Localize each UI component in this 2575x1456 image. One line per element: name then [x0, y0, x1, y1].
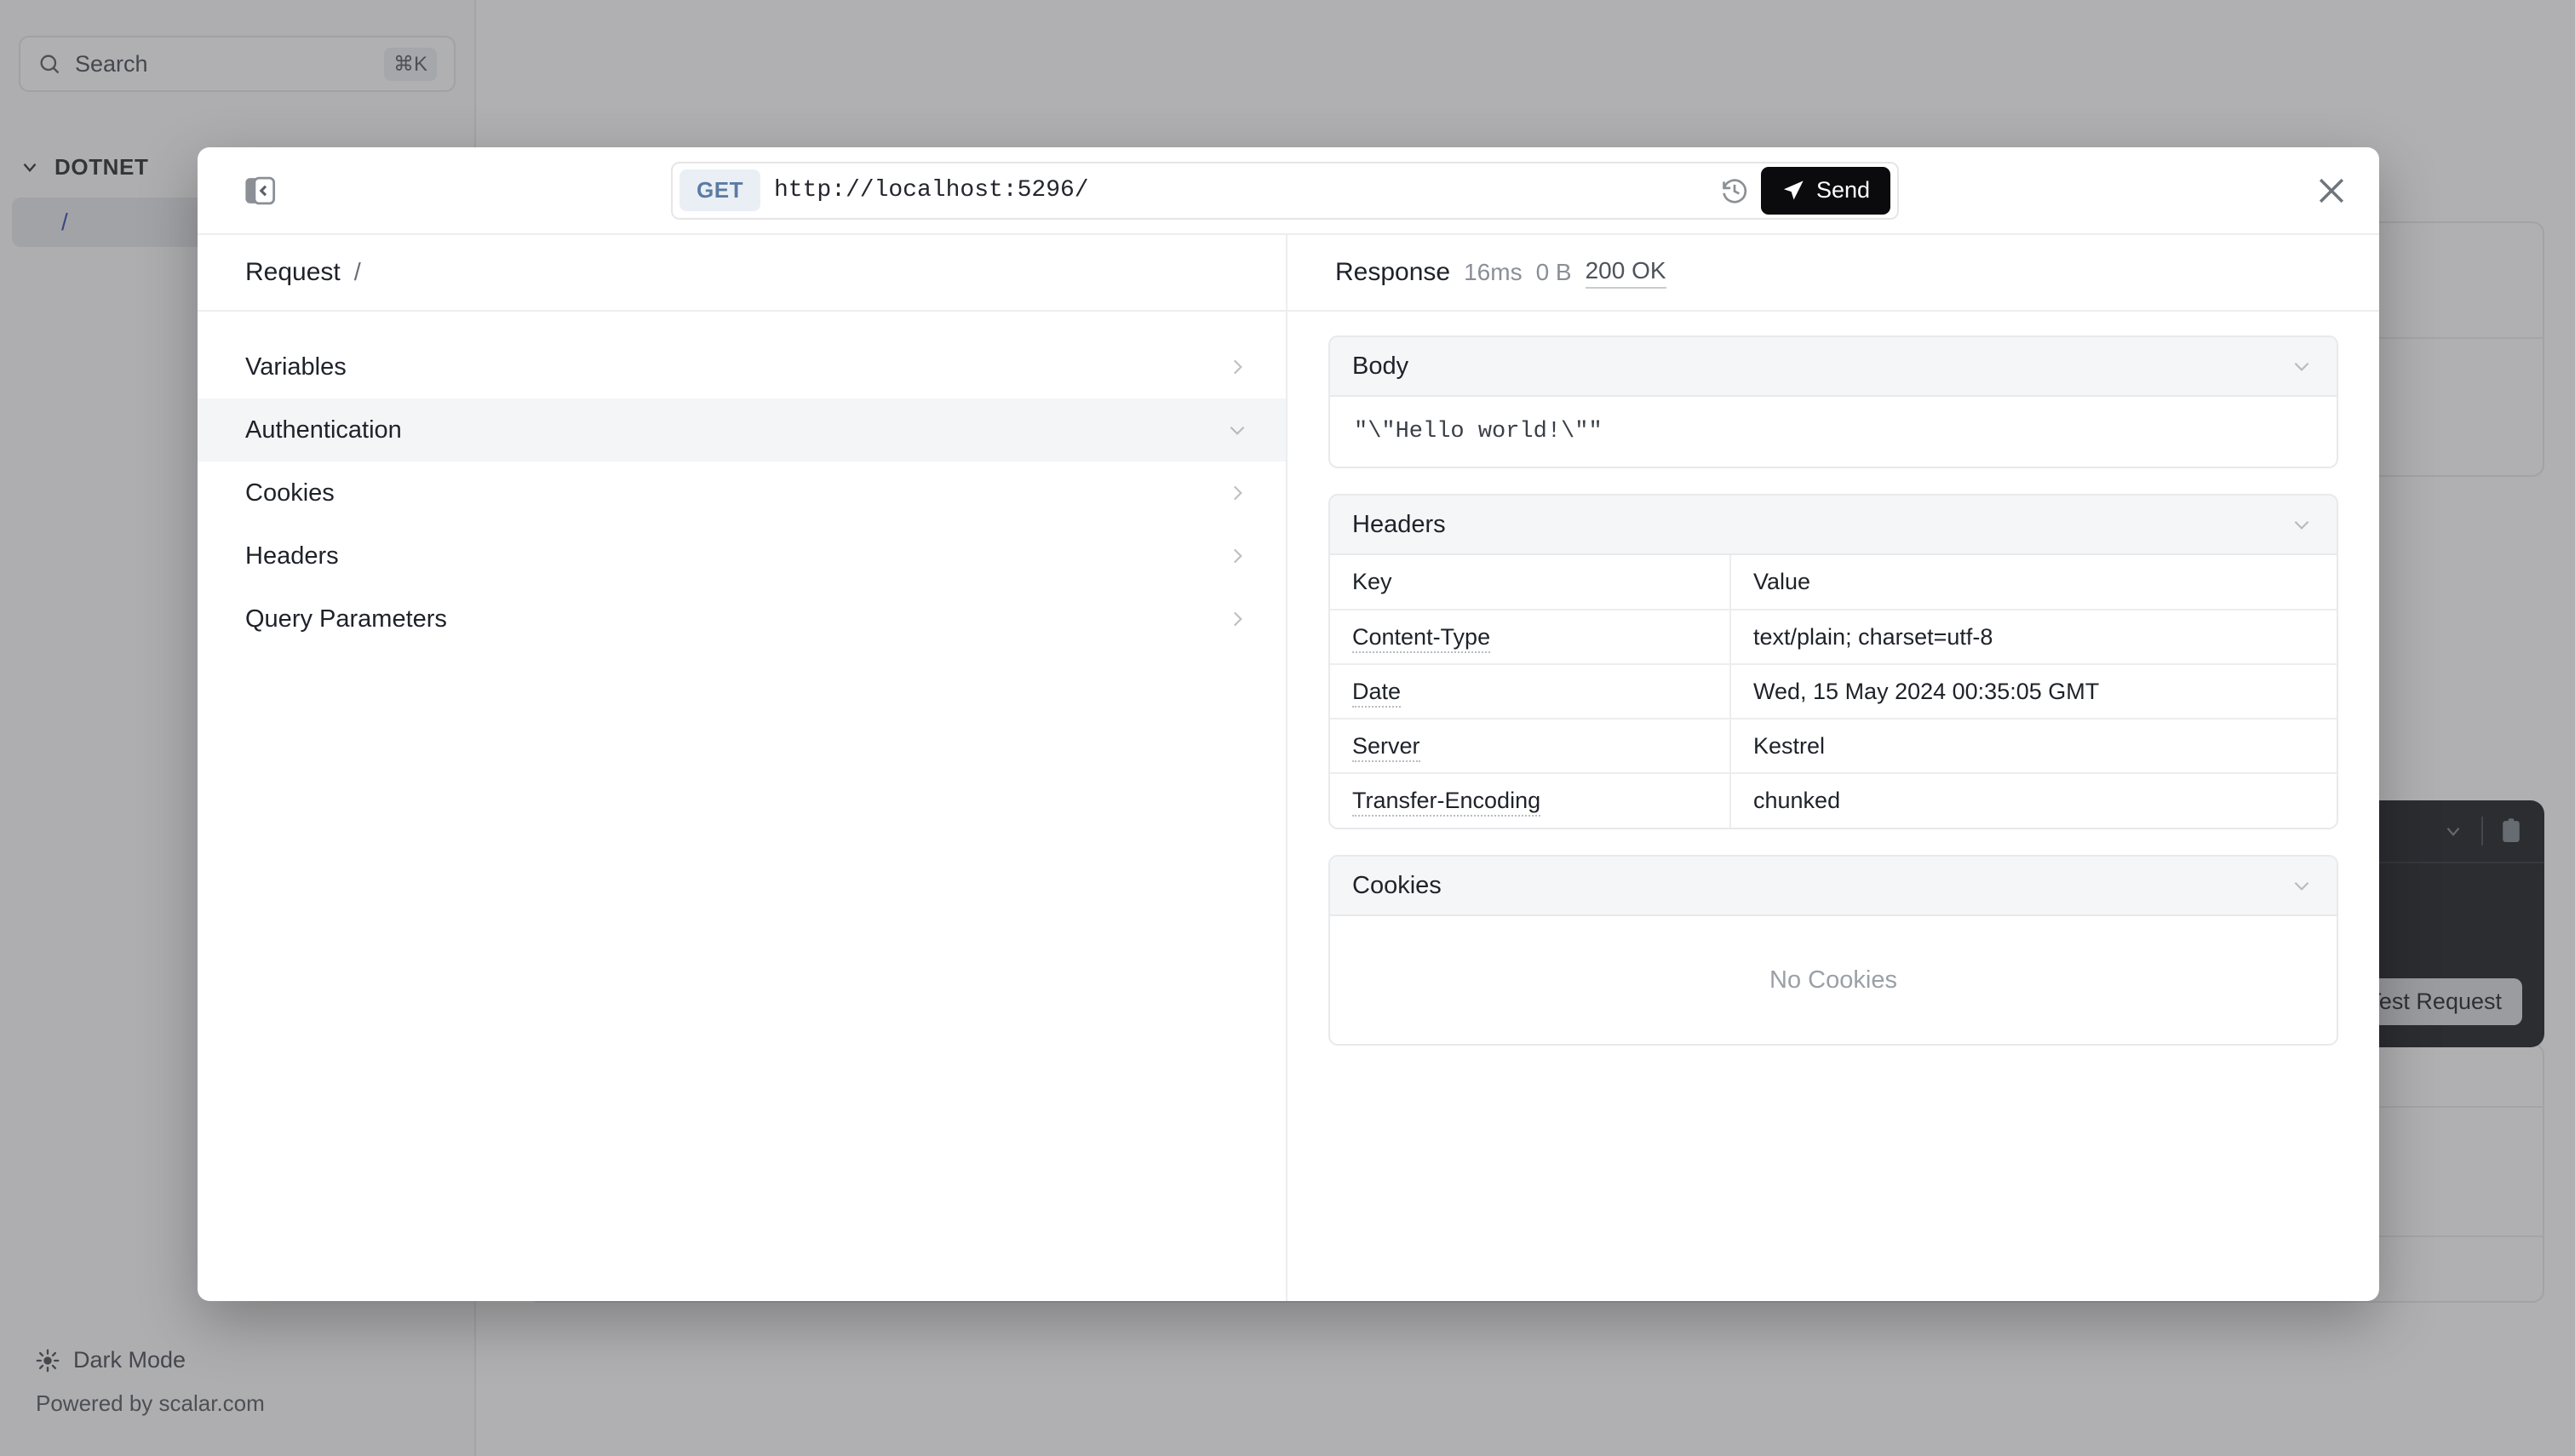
- response-duration: 16ms: [1464, 259, 1523, 285]
- response-sections: Body "\"Hello world!\"" Headers Key Valu…: [1288, 312, 2379, 1071]
- response-size: 0 B: [1535, 259, 1572, 285]
- header-key-cell: Transfer-Encoding: [1330, 773, 1731, 828]
- close-icon[interactable]: [2313, 172, 2350, 209]
- request-section-variables[interactable]: Variables: [198, 335, 1286, 398]
- request-section-authentication[interactable]: Authentication: [198, 398, 1286, 461]
- column-header-value: Value: [1730, 555, 2337, 610]
- chevron-right-icon: [1233, 548, 1242, 564]
- header-value-cell: Wed, 15 May 2024 00:35:05 GMT: [1730, 664, 2337, 719]
- response-headers-table: Key Value Content-Type text/plain; chars…: [1330, 555, 2337, 828]
- table-row: Server Kestrel: [1330, 719, 2337, 774]
- table-row: Date Wed, 15 May 2024 00:35:05 GMT: [1330, 664, 2337, 719]
- response-headers-title: Headers: [1352, 510, 1446, 538]
- header-key-cell: Date: [1330, 664, 1731, 719]
- request-section-headers[interactable]: Headers: [198, 525, 1286, 588]
- header-key-cell: Server: [1330, 719, 1731, 774]
- response-headers-header[interactable]: Headers: [1330, 496, 2337, 555]
- response-body-header[interactable]: Body: [1330, 337, 2337, 397]
- response-panel-header: Response 16ms 0 B 200 OK: [1288, 235, 2379, 312]
- column-header-key: Key: [1330, 555, 1731, 610]
- modal-body: Request / Variables Authentication Cooki…: [198, 235, 2379, 1301]
- request-panel: Request / Variables Authentication Cooki…: [198, 235, 1288, 1301]
- paper-plane-icon: [1783, 180, 1804, 199]
- response-body-title: Body: [1352, 352, 1409, 380]
- chevron-right-icon: [1233, 611, 1242, 627]
- request-section-label: Headers: [245, 542, 339, 570]
- history-icon[interactable]: [1720, 176, 1749, 205]
- request-panel-header: Request /: [198, 235, 1286, 312]
- url-input[interactable]: http://localhost:5296/: [774, 177, 1720, 203]
- app-root: Search ⌘K DOTNET / Dark Mode Powered by …: [0, 0, 2575, 1456]
- request-path: /: [353, 258, 361, 286]
- header-key-text: Transfer-Encoding: [1352, 788, 1541, 817]
- address-bar-wrapper: GET http://localhost:5296/ Send: [278, 161, 2292, 220]
- response-body-content: "\"Hello world!\"": [1354, 419, 1603, 444]
- request-panel-title: Request: [245, 258, 341, 286]
- header-key-text: Content-Type: [1352, 623, 1491, 653]
- chevron-down-icon: [2294, 362, 2309, 371]
- http-method-badge[interactable]: GET: [680, 169, 760, 211]
- status-badge: 200 OK: [1585, 257, 1666, 289]
- response-panel: Response 16ms 0 B 200 OK Body "\"Hello w…: [1288, 235, 2379, 1301]
- header-value-cell: text/plain; charset=utf-8: [1730, 610, 2337, 665]
- sidebar-collapse-icon[interactable]: [242, 173, 278, 209]
- no-cookies-label: No Cookies: [1769, 966, 1897, 994]
- response-cookies-card: Cookies No Cookies: [1328, 855, 2338, 1046]
- response-panel-title: Response: [1335, 258, 1451, 286]
- api-client-modal: GET http://localhost:5296/ Send Request …: [198, 147, 2379, 1301]
- request-section-query-parameters[interactable]: Query Parameters: [198, 588, 1286, 651]
- header-value-cell: chunked: [1753, 788, 1841, 813]
- request-sections: Variables Authentication Cookies Headers: [198, 312, 1286, 651]
- send-button[interactable]: Send: [1760, 166, 1890, 215]
- request-section-label: Authentication: [245, 416, 402, 444]
- chevron-down-icon: [2294, 881, 2309, 891]
- response-body-card: Body "\"Hello world!\"": [1328, 335, 2338, 468]
- header-key-cell: Content-Type: [1330, 610, 1731, 665]
- modal-header: GET http://localhost:5296/ Send: [198, 147, 2379, 235]
- response-cookies-title: Cookies: [1352, 871, 1442, 899]
- chevron-right-icon: [1233, 359, 1242, 375]
- request-section-label: Variables: [245, 353, 347, 381]
- header-value-cell: Kestrel: [1730, 719, 2337, 774]
- chevron-down-icon: [1230, 426, 1245, 435]
- send-button-label: Send: [1815, 177, 1870, 203]
- response-headers-card: Headers Key Value Content-Type text/plai…: [1328, 494, 2338, 829]
- request-section-label: Query Parameters: [245, 605, 447, 633]
- request-section-cookies[interactable]: Cookies: [198, 461, 1286, 525]
- header-key-text: Date: [1352, 678, 1402, 708]
- table-row: Content-Type text/plain; charset=utf-8: [1330, 610, 2337, 665]
- chevron-right-icon: [1233, 485, 1242, 501]
- table-header-row: Key Value: [1330, 555, 2337, 610]
- chevron-down-icon: [2294, 520, 2309, 530]
- response-cookies-header[interactable]: Cookies: [1330, 857, 2337, 916]
- header-key-text: Server: [1352, 732, 1420, 762]
- table-row: Transfer-Encoding chunked: [1330, 773, 2337, 828]
- request-section-label: Cookies: [245, 479, 335, 507]
- address-bar[interactable]: GET http://localhost:5296/ Send: [671, 161, 1899, 220]
